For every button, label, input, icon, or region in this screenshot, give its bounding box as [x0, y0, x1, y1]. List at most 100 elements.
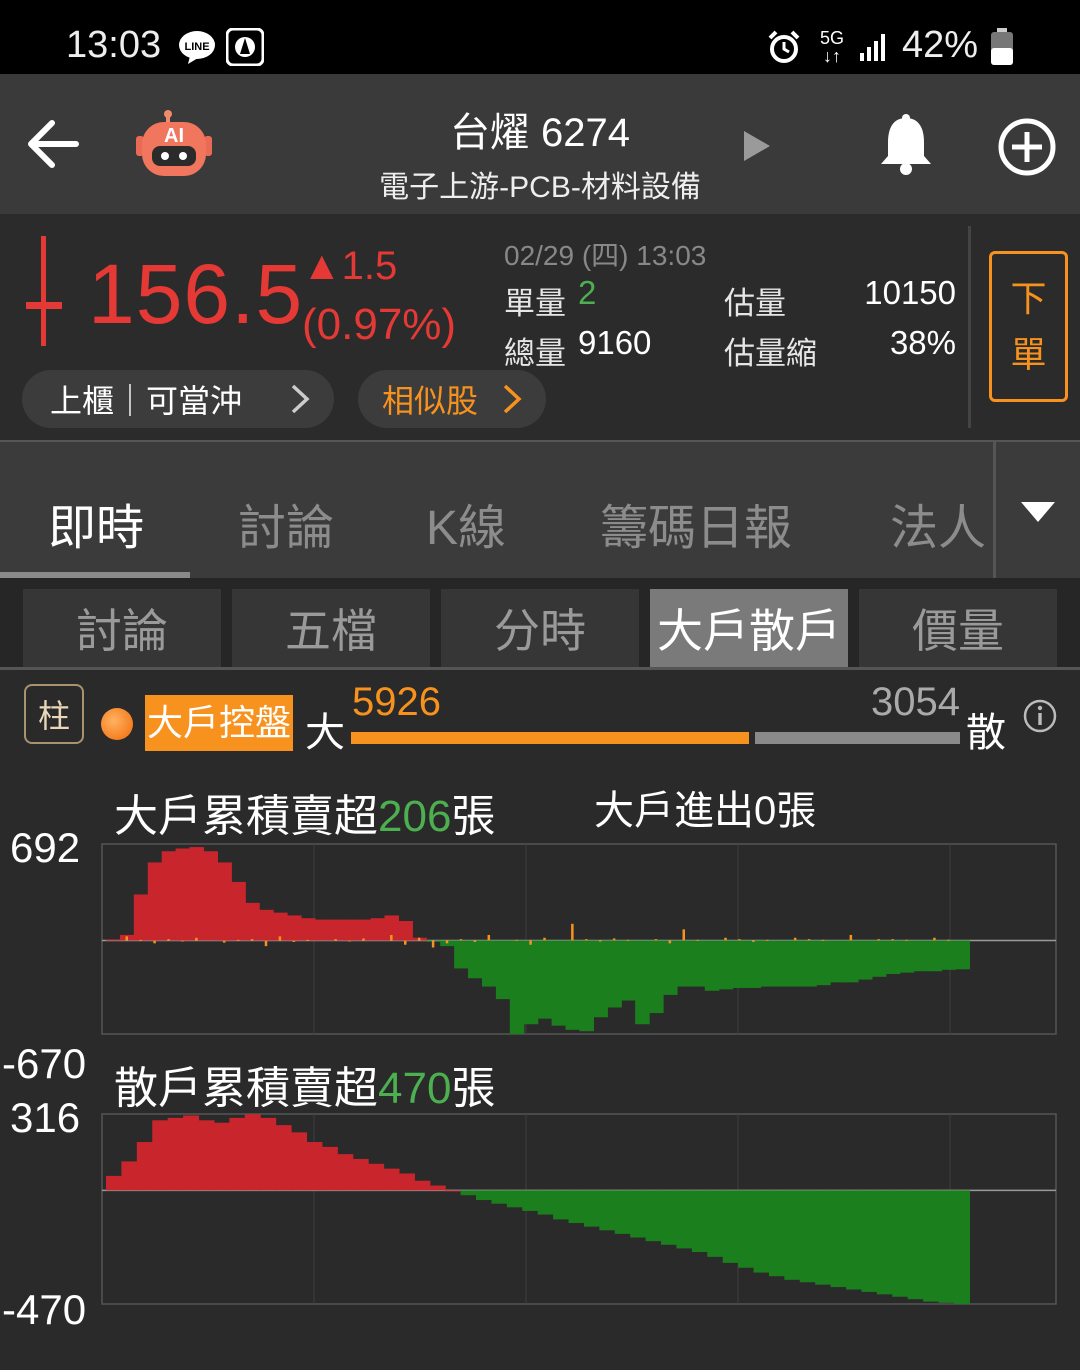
chart1-flow-bar	[459, 939, 463, 941]
add-circle-icon[interactable]	[996, 116, 1058, 178]
play-icon[interactable]	[740, 128, 774, 164]
chart2-bar	[368, 1163, 385, 1191]
chart1-flow-bar	[654, 939, 658, 941]
chart2-bar	[213, 1122, 230, 1191]
price-change-percent: (0.97%)	[302, 300, 457, 349]
chart1-bar	[913, 940, 929, 972]
chart2-bar	[491, 1190, 508, 1204]
subtab-five-levels[interactable]: 五檔	[232, 589, 430, 667]
chart2-bar	[691, 1190, 708, 1253]
line-app-icon: LINE	[178, 28, 216, 66]
chart1-bar	[788, 940, 803, 987]
chart2-bar	[923, 1190, 940, 1302]
chart1-bar	[259, 909, 274, 941]
chart1-title-suffix: 張	[451, 792, 496, 841]
chart2-bar	[583, 1190, 600, 1227]
chart1-flow-bar	[793, 937, 797, 941]
tab-kline[interactable]: K線	[426, 488, 506, 558]
subtab-price-volume[interactable]: 價量	[859, 589, 1057, 667]
chart1-flow-bar	[598, 940, 602, 942]
chart2-bar	[614, 1190, 631, 1234]
chart1-flow-bar	[390, 934, 393, 941]
chart1-flow-bar	[167, 939, 170, 941]
chart1-flow-bar	[334, 939, 337, 941]
chart2-bar	[306, 1142, 323, 1191]
info-icon[interactable]	[1022, 698, 1058, 734]
chevron-right-icon	[288, 380, 312, 426]
app-header: AI 台燿 6274 電子上游-PCB-材料設備	[0, 74, 1080, 214]
chart2-bar	[876, 1190, 893, 1295]
chart2-bar	[722, 1190, 739, 1263]
chart2-title-value: 470	[378, 1064, 452, 1113]
chart2-bar	[229, 1117, 246, 1191]
chart1-bar	[802, 940, 817, 987]
subtab-intraday[interactable]: 分時	[441, 589, 639, 667]
chart1-bar	[509, 940, 525, 1034]
chart2-bar	[398, 1173, 415, 1191]
divider	[968, 226, 971, 428]
bell-icon[interactable]	[876, 114, 936, 176]
chart1-extra-prefix: 大戶進出	[594, 789, 754, 833]
chart1-flow-bar	[821, 939, 825, 941]
chart1-flow-bar	[306, 939, 310, 941]
chart1-flow-bar	[348, 940, 351, 942]
chart2-bar	[630, 1190, 647, 1238]
divider	[993, 442, 996, 578]
notification-app-icon	[226, 28, 264, 66]
tab-realtime[interactable]: 即時	[48, 488, 144, 558]
chart2-bar	[522, 1190, 539, 1211]
chart1-flow-bar	[529, 940, 532, 945]
chart1-bar	[328, 919, 344, 941]
tab-institutional[interactable]: 法人	[890, 488, 986, 558]
chart2-bar	[799, 1190, 816, 1283]
chart1-bar	[955, 940, 970, 970]
chart2-ymin-label: -470	[2, 1286, 87, 1333]
tab-discussion[interactable]: 討論	[238, 488, 334, 558]
chart1-flow-bar	[543, 937, 546, 941]
last-price: 156.5	[88, 247, 304, 341]
chart1-bar	[607, 940, 622, 1008]
similar-stocks-pill[interactable]: 相似股	[358, 370, 546, 428]
tab-chips-daily[interactable]: 籌碼日報	[600, 488, 792, 558]
chart1-flow-bar	[571, 923, 574, 941]
chart2-ymax-label: 316	[10, 1094, 81, 1141]
chart1-bar	[774, 940, 789, 987]
ratio-bar-small	[755, 732, 960, 744]
chart2-bar	[907, 1190, 924, 1300]
chart2-bar	[476, 1190, 493, 1201]
bar-mode-chip[interactable]: 柱	[24, 684, 84, 744]
chart2-bar	[460, 1190, 477, 1196]
chart1-bar	[885, 940, 901, 975]
orange-dot-icon	[101, 708, 133, 740]
chart2-bar	[183, 1115, 200, 1191]
chart1-flow-bar	[724, 937, 727, 941]
chart1-flow-bar	[807, 939, 811, 941]
order-button[interactable]: 下 單	[989, 251, 1068, 402]
order-label-2: 單	[1010, 333, 1047, 375]
chart1-extra-suffix: 張	[776, 789, 817, 833]
subtab-discussion[interactable]: 討論	[23, 589, 221, 667]
chart1-flow-bar	[125, 936, 128, 941]
chart1-flow-bar	[933, 937, 936, 941]
chart1-title: 大戶累積賣超206張	[114, 780, 495, 844]
chart1-flow-bar	[431, 940, 435, 948]
chart1-bar	[830, 940, 845, 983]
chart2-bar	[152, 1120, 169, 1191]
chart1-bar	[816, 940, 831, 986]
market-tag-pill[interactable]: 上櫃｜可當沖	[22, 370, 334, 428]
chart2-bar	[661, 1190, 678, 1245]
subtab-big-small-holders[interactable]: 大戶散戶	[650, 589, 848, 667]
chart1-flow-bar	[473, 940, 477, 942]
chart1-bar	[495, 940, 511, 1000]
chart1-bar	[621, 940, 636, 1001]
chart1-flow-bar	[153, 940, 156, 944]
chart1-flow-bar	[891, 939, 894, 941]
chart2-bar	[784, 1190, 801, 1280]
5g-icon: 5G ↓↑	[819, 28, 844, 66]
chart1-bar	[844, 940, 859, 983]
single-volume-label: 單量	[504, 286, 566, 321]
chart1-flow-bar	[445, 940, 449, 944]
chart1-bar	[481, 940, 497, 987]
tab-more-dropdown-icon[interactable]	[1018, 498, 1058, 528]
chart2-bar	[768, 1190, 785, 1277]
